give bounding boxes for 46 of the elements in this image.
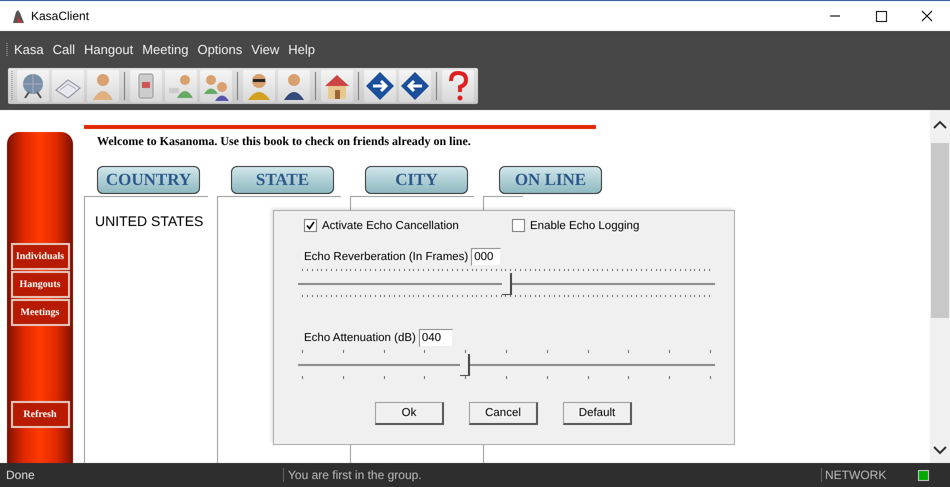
menu-item[interactable]: Call [48, 42, 80, 57]
status-text: Done [5, 468, 36, 482]
value-field[interactable]: 040 [418, 329, 453, 347]
house-icon[interactable] [321, 70, 353, 102]
sidebar-button[interactable]: Hangouts [10, 271, 70, 298]
window-title: KasaClient [31, 9, 90, 23]
help-icon[interactable] [442, 70, 474, 102]
column-header-button[interactable]: CITY [365, 166, 468, 194]
menu-item[interactable]: Kasa [9, 42, 48, 57]
people-icon[interactable] [200, 70, 232, 102]
grip-icon [6, 42, 9, 56]
menu-item[interactable]: Hangout [79, 42, 138, 57]
column-header-button[interactable]: COUNTRY [97, 166, 200, 194]
scroll-up-icon[interactable] [933, 120, 947, 130]
sidebar-button[interactable]: Meetings [10, 299, 70, 326]
value-field[interactable]: 000 [471, 248, 502, 266]
grip-icon [11, 71, 14, 101]
checkbox[interactable] [304, 219, 317, 232]
person-sunglasses-icon[interactable] [243, 70, 275, 102]
dialog-button[interactable]: Cancel [469, 402, 538, 425]
globe-icon[interactable] [17, 70, 49, 102]
checkbox[interactable] [512, 219, 525, 232]
dialog-button[interactable]: Ok [375, 402, 444, 425]
checkbox-label: Activate Echo Cancellation [322, 220, 459, 232]
welcome-text: Welcome to Kasanoma. Use this book to check on friends already on line. [97, 134, 472, 149]
menu-item[interactable]: Meeting [137, 42, 192, 57]
checkbox-label: Enable Echo Logging [530, 220, 640, 232]
slider-label: Echo Reverberation (In Frames) [304, 251, 468, 265]
app-logo-icon [10, 8, 26, 24]
menu-item[interactable]: View [246, 42, 284, 57]
dialog-button[interactable]: Default [563, 402, 632, 425]
menu-item[interactable]: Help [283, 42, 319, 57]
status-text: You are first in the group. [283, 468, 821, 482]
menu-item[interactable]: Options [192, 42, 246, 57]
sidebar-button[interactable]: Refresh [10, 401, 70, 428]
slider-label: Echo Attenuation (dB) [304, 332, 416, 346]
scroll-down-icon[interactable] [933, 445, 947, 455]
list-entry[interactable]: UNITED STATES [95, 213, 208, 229]
sidebar-button[interactable]: Individuals [10, 243, 70, 270]
arrow-left-icon[interactable] [399, 70, 431, 102]
scrollbar[interactable] [930, 110, 950, 463]
column-header-button[interactable]: ON LINE [499, 166, 602, 194]
scrollbar-thumb[interactable] [931, 143, 949, 318]
phone-icon[interactable] [130, 70, 162, 102]
column-header-button[interactable]: STATE [231, 166, 334, 194]
arrow-right-icon[interactable] [364, 70, 396, 102]
